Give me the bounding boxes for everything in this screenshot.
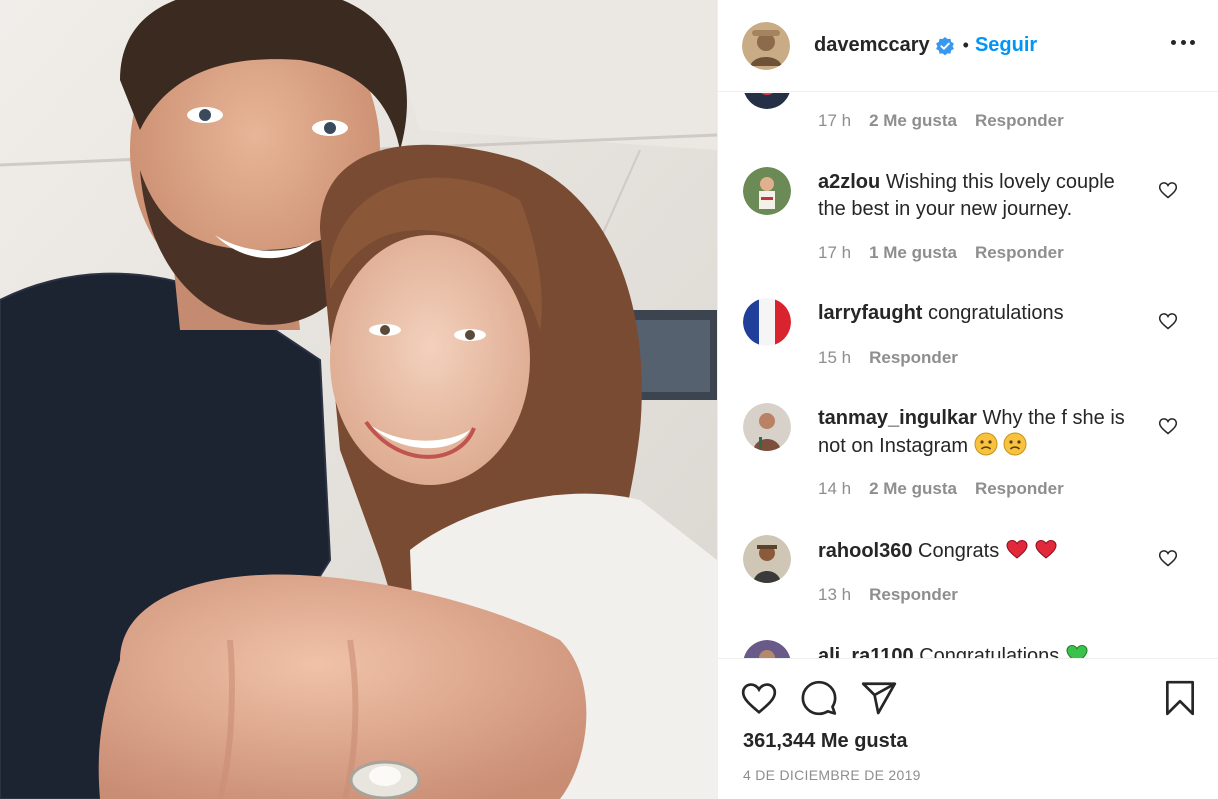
author-avatar[interactable] — [742, 21, 790, 70]
comment-like-heart-icon[interactable] — [1158, 548, 1178, 568]
header-separator: • — [962, 35, 969, 55]
comment-avatar[interactable] — [743, 167, 791, 215]
comment-meta: 13 h Responder — [818, 585, 958, 605]
comment-username[interactable]: tanmay_ingulkar — [818, 407, 977, 429]
green-heart-emoji-icon — [1066, 644, 1088, 658]
post-side-panel: davemccary • Seguir 17 h 2 Me gusta Resp… — [717, 0, 1218, 799]
comment-like-heart-icon[interactable] — [1158, 180, 1178, 200]
comment-body: Congrats — [918, 540, 1000, 562]
comment-avatar[interactable] — [743, 535, 791, 583]
comment-avatar[interactable] — [743, 403, 791, 451]
comment-time: 17 h — [818, 243, 852, 262]
reply-button[interactable]: Responder — [869, 348, 958, 368]
comment-avatar[interactable] — [743, 93, 791, 109]
comment-icon[interactable] — [800, 679, 838, 717]
worried-face-emoji-icon — [1003, 432, 1027, 456]
comment-avatar[interactable] — [743, 298, 791, 346]
comment-meta: 14 h 2 Me gusta Responder — [818, 479, 1064, 499]
follow-button[interactable]: Seguir — [975, 34, 1037, 57]
comment-username[interactable]: larryfaught — [818, 302, 922, 324]
author-username[interactable]: davemccary — [814, 34, 930, 57]
likes-count[interactable]: 361,344 Me gusta — [743, 730, 908, 753]
more-options-icon[interactable] — [1171, 30, 1195, 54]
comment-username[interactable]: rahool360 — [818, 540, 912, 562]
post-date[interactable]: 4 DE DICIEMBRE DE 2019 — [743, 767, 921, 783]
comment-text: rahool360 Congrats — [818, 537, 1138, 565]
paper-plane-icon[interactable] — [860, 679, 898, 717]
comment-username[interactable]: ali_ra1100 — [818, 645, 914, 658]
reply-button[interactable]: Responder — [975, 111, 1064, 131]
comment-time: 17 h — [818, 111, 852, 130]
comment-likes[interactable]: 1 Me gusta — [869, 243, 957, 263]
worried-face-emoji-icon — [974, 432, 998, 456]
post-header: davemccary • Seguir — [718, 0, 1218, 92]
comment-avatar[interactable] — [743, 640, 791, 658]
reply-button[interactable]: Responder — [869, 585, 958, 605]
comment-meta: 15 h Responder — [818, 348, 958, 368]
comment-body: Congratulations — [919, 645, 1060, 658]
red-heart-emoji-icon — [1035, 539, 1057, 559]
reply-button[interactable]: Responder — [975, 479, 1064, 499]
red-heart-emoji-icon — [1006, 539, 1028, 559]
comment-time: 15 h — [818, 348, 852, 367]
comment-time: 14 h — [818, 479, 852, 498]
bookmark-icon[interactable] — [1161, 679, 1199, 717]
heart-icon[interactable] — [740, 679, 778, 717]
comment-text: a2zlou Wishing this lovely couple the be… — [818, 169, 1138, 223]
comment-likes[interactable]: 2 Me gusta — [869, 479, 957, 499]
comments-list[interactable]: 17 h 2 Me gusta Responder a2zlou Wishing… — [718, 93, 1218, 658]
comment-text: tanmay_ingulkar Why the f she is not on … — [818, 405, 1138, 460]
comment-username[interactable]: a2zlou — [818, 171, 880, 193]
comment-time: 13 h — [818, 585, 852, 604]
verified-badge-icon — [935, 36, 954, 55]
comment-body: congratulations — [928, 302, 1064, 324]
comment-like-heart-icon[interactable] — [1158, 416, 1178, 436]
comment-meta: 17 h 2 Me gusta Responder — [818, 111, 1064, 131]
comment-like-heart-icon[interactable] — [1158, 311, 1178, 331]
comment-meta: 17 h 1 Me gusta Responder — [818, 243, 1064, 263]
reply-button[interactable]: Responder — [975, 243, 1064, 263]
comment-text: larryfaught congratulations — [818, 300, 1138, 327]
post-photo[interactable] — [0, 0, 717, 799]
comment-likes[interactable]: 2 Me gusta — [869, 111, 957, 131]
comment-text: ali_ra1100 Congratulations — [818, 642, 1198, 658]
